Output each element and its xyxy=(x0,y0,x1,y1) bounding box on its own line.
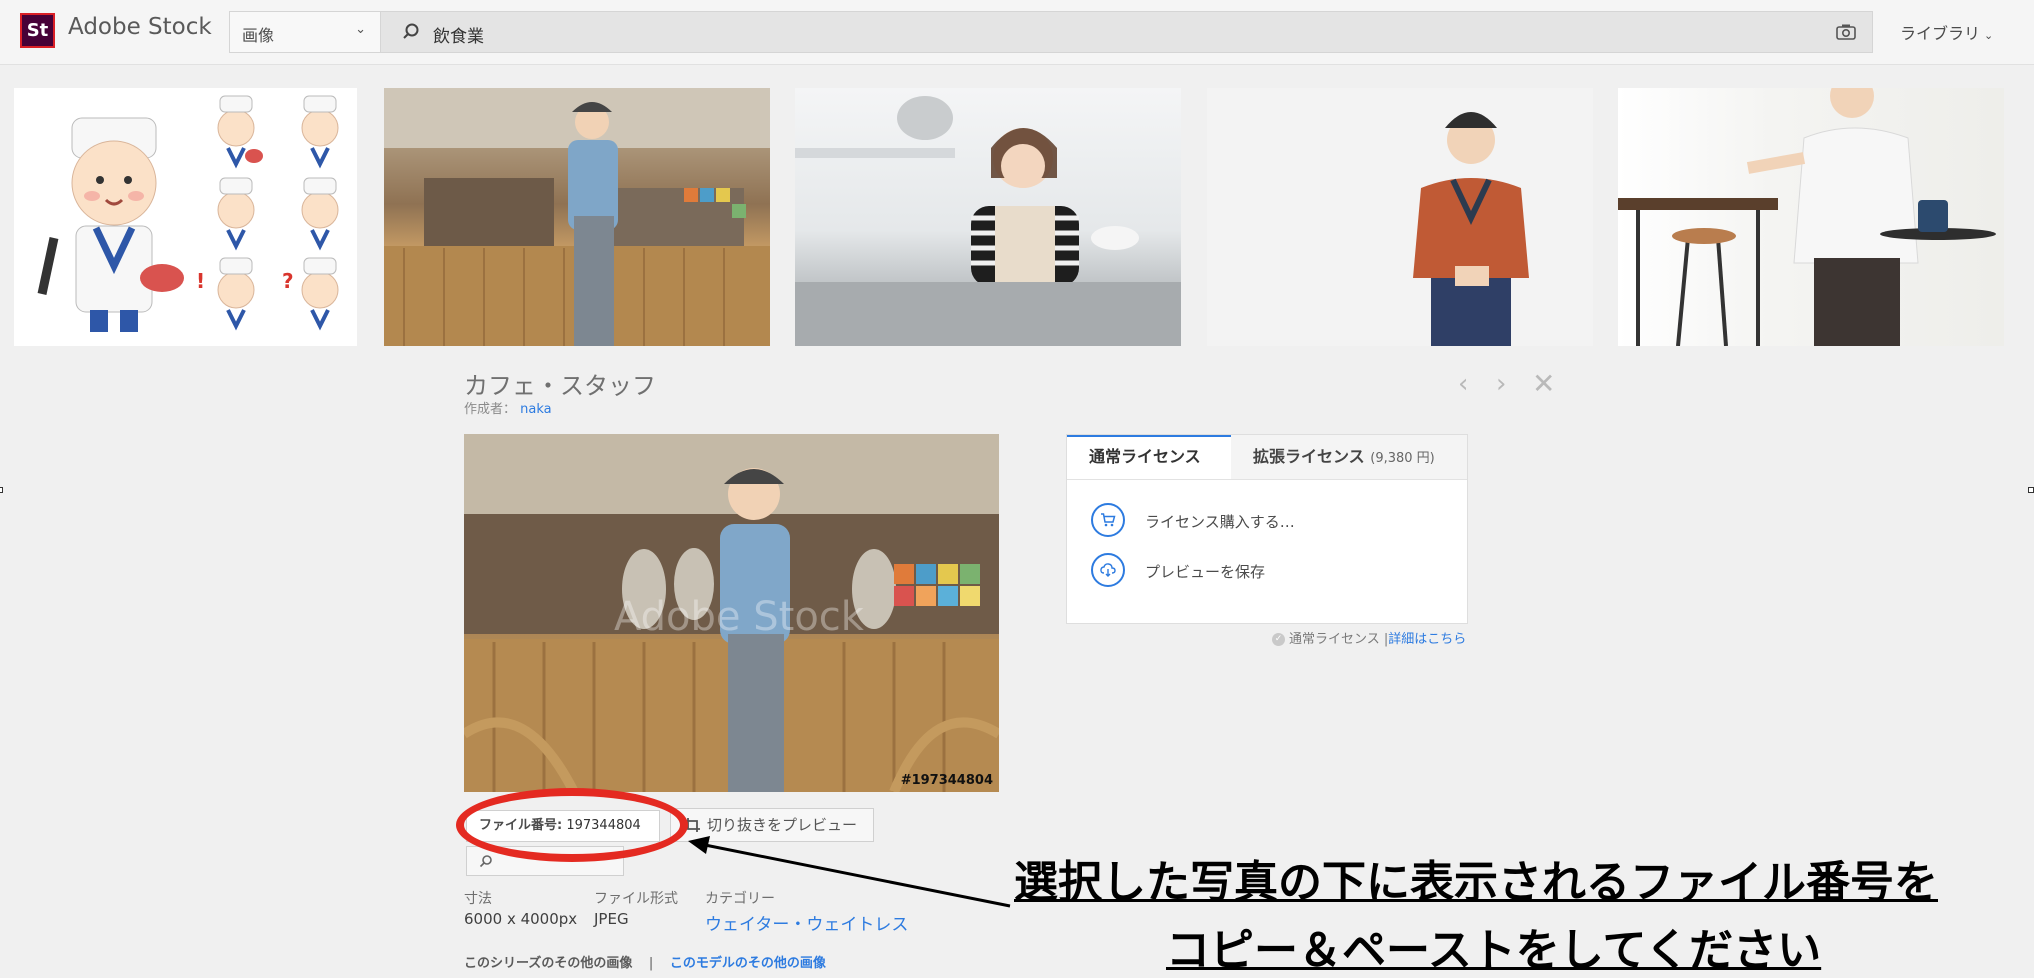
annotation-arrow-icon xyxy=(688,836,1011,908)
author-link[interactable]: naka xyxy=(520,402,551,417)
buy-license-label: ライセンス購入する… xyxy=(1145,513,1295,531)
japanese-server-image xyxy=(1413,112,1529,346)
save-preview-label: プレビューを保存 xyxy=(1145,563,1266,581)
preview-watermark: Adobe Stock xyxy=(614,594,864,640)
adobe-stock-logo[interactable]: St xyxy=(20,13,55,48)
check-circle-icon: ✓ xyxy=(1272,633,1285,646)
kitchen-woman-image xyxy=(795,96,1181,346)
thumbnail-japanese-server[interactable] xyxy=(1207,88,1593,346)
detail-preview-image[interactable]: Adobe Stock #197344804 xyxy=(464,434,999,792)
svg-text:!: ! xyxy=(196,269,205,293)
detail-title: カフェ・スタッフ xyxy=(464,372,656,400)
asset-type-value: 画像 xyxy=(242,26,275,45)
selection-handle-left[interactable] xyxy=(0,487,3,493)
author-label: 作成者： xyxy=(464,402,517,417)
library-label: ライブラリ xyxy=(1900,24,1981,43)
more-model-link[interactable]: このモデルのその他の画像 xyxy=(670,956,826,971)
spec-format-value: JPEG xyxy=(594,910,629,928)
thumbnail-kitchen-woman[interactable] xyxy=(795,88,1181,346)
annotation-highlight-ellipse xyxy=(456,788,688,862)
file-id-badge: #197344804 xyxy=(900,773,993,788)
license-note: ✓ 通常ライセンス |詳細はこちら xyxy=(1272,628,1466,647)
tab-standard-license[interactable]: 通常ライセンス xyxy=(1067,435,1231,479)
next-arrow-icon[interactable]: › xyxy=(1496,371,1506,397)
author-line: 作成者： naka xyxy=(464,398,552,417)
search-query: 飲食業 xyxy=(433,27,484,47)
license-details-link[interactable]: 詳細はこちら xyxy=(1388,632,1466,647)
annotation-text-line-2: コピー＆ペーストをしてください xyxy=(1166,925,1822,976)
more-series-link[interactable]: このシリーズのその他の画像 xyxy=(464,956,632,971)
extended-license-price: (9,380 円) xyxy=(1370,451,1435,466)
thumbnail-cafe-staff-counter[interactable] xyxy=(384,88,770,346)
spec-category-link[interactable]: ウェイター・ウェイトレス xyxy=(705,910,908,935)
chevron-down-icon: ⌄ xyxy=(355,22,366,37)
tab-extended-license[interactable]: 拡張ライセンス (9,380 円) xyxy=(1253,435,1435,479)
cart-icon xyxy=(1091,503,1125,537)
library-menu[interactable]: ライブラリ ⌄ xyxy=(1900,20,1993,44)
top-bar: St Adobe Stock 画像 ⌄ 飲食業 ライブラリ ⌄ xyxy=(0,0,2034,65)
license-note-text: 通常ライセンス | xyxy=(1289,632,1389,647)
license-tabs: 通常ライセンス 拡張ライセンス (9,380 円) xyxy=(1067,435,1467,480)
license-panel: 通常ライセンス 拡張ライセンス (9,380 円) ライセンス購入する… プレビ… xyxy=(1066,434,1468,624)
app-title[interactable]: Adobe Stock xyxy=(68,14,212,40)
annotation-text-line-1: 選択した写真の下に表示されるファイル番号を xyxy=(1014,857,1938,908)
chevron-down-icon: ⌄ xyxy=(1984,29,1994,42)
asset-type-select[interactable]: 画像 ⌄ xyxy=(229,11,381,53)
spec-size-value: 6000 x 4000px xyxy=(464,910,578,928)
search-icon xyxy=(403,23,419,39)
thumbnail-waitress-tray[interactable] xyxy=(1618,88,2004,346)
waitress-tray-image xyxy=(1618,88,1996,346)
svg-text:?: ? xyxy=(282,269,294,293)
search-icon xyxy=(479,855,492,868)
cafe-staff-image xyxy=(384,88,770,346)
extended-license-label: 拡張ライセンス xyxy=(1253,447,1365,466)
chef-illustration-image: ! ? xyxy=(37,95,339,332)
more-links: このシリーズのその他の画像 | このモデルのその他の画像 xyxy=(464,952,826,971)
previous-arrow-icon[interactable]: ‹ xyxy=(1458,371,1468,397)
camera-icon[interactable] xyxy=(1836,23,1856,41)
spec-format-label: ファイル形式 xyxy=(594,891,678,907)
thumbnail-chef-illustration[interactable]: ! ? xyxy=(14,88,357,346)
spec-size-label: 寸法 xyxy=(464,891,492,907)
more-links-separator: | xyxy=(648,956,654,971)
search-input[interactable]: 飲食業 xyxy=(380,11,1873,53)
cloud-download-icon xyxy=(1091,553,1125,587)
selection-handle-right[interactable] xyxy=(2028,487,2034,493)
close-icon[interactable]: ✕ xyxy=(1532,370,1555,398)
